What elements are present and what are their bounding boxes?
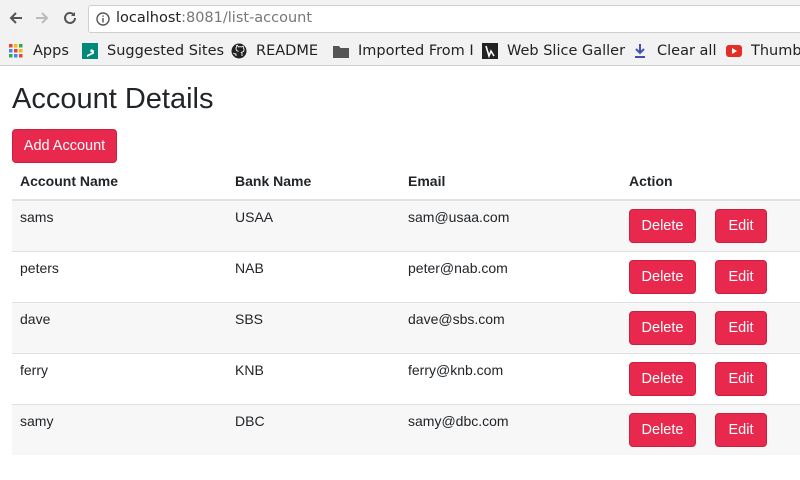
url-host: localhost <box>116 10 182 26</box>
edit-button[interactable]: Edit <box>715 310 767 345</box>
forward-button[interactable] <box>32 8 52 28</box>
bank-name-cell: DBC <box>227 403 400 455</box>
account-name-cell: ferry <box>12 352 227 404</box>
add-account-button[interactable]: Add Account <box>12 129 117 163</box>
bookmark-thumb[interactable]: Thumb <box>726 41 800 61</box>
email-cell: dave@sbs.com <box>400 301 621 353</box>
delete-button[interactable]: Delete <box>629 361 696 396</box>
address-bar[interactable]: localhost:8081/list-account <box>88 5 800 33</box>
folder-icon <box>333 43 349 59</box>
action-cell: Delete Edit <box>621 199 800 251</box>
bookmarks-bar: Apps Suggested Sites README Imported Fro… <box>0 37 800 66</box>
account-name-cell: samy <box>12 403 227 455</box>
table-row: ferry KNB ferry@knb.com Delete Edit <box>12 352 800 404</box>
table-row: peters NAB peter@nab.com Delete Edit <box>12 250 800 302</box>
info-icon <box>96 12 110 26</box>
page-content: Account Details Add Account Account Name… <box>0 66 800 480</box>
reload-button[interactable] <box>60 8 80 28</box>
email-cell: peter@nab.com <box>400 250 621 302</box>
bookmark-clear-all[interactable]: Clear all <box>632 41 716 61</box>
email-cell: ferry@knb.com <box>400 352 621 404</box>
page-title: Account Details <box>12 83 214 115</box>
bookmark-imported[interactable]: Imported From I <box>333 41 474 61</box>
delete-button[interactable]: Delete <box>629 209 696 243</box>
bookmark-readme[interactable]: README <box>231 41 318 61</box>
table-header-row: Account Name Bank Name Email Action <box>12 163 800 201</box>
bank-name-cell: KNB <box>227 352 400 404</box>
action-cell: Delete Edit <box>621 352 800 404</box>
table-row: dave SBS dave@sbs.com Delete Edit <box>12 301 800 353</box>
edit-button[interactable]: Edit <box>715 259 767 294</box>
bank-name-cell: SBS <box>227 301 400 353</box>
bank-name-cell: NAB <box>227 250 400 302</box>
bookmark-web-slice[interactable]: Web Slice Galler <box>482 41 625 61</box>
account-name-cell: dave <box>12 301 227 353</box>
bookmark-label: Web Slice Galler <box>507 43 626 59</box>
header-bank-name: Bank Name <box>227 163 400 201</box>
web-slice-icon <box>482 43 498 59</box>
youtube-icon <box>726 43 742 59</box>
bookmark-label: Imported From I <box>358 43 474 59</box>
forward-arrow-icon <box>36 12 49 24</box>
bank-name-cell: USAA <box>227 199 400 251</box>
delete-button[interactable]: Delete <box>629 310 696 345</box>
bookmark-label: Thumb <box>751 43 800 59</box>
edit-button[interactable]: Edit <box>715 209 767 243</box>
header-email: Email <box>400 163 621 201</box>
url-path: :8081/list-account <box>181 10 313 26</box>
accounts-table: Account Name Bank Name Email Action sams… <box>12 163 800 455</box>
back-arrow-icon <box>9 12 22 24</box>
action-cell: Delete Edit <box>621 250 800 302</box>
account-name-cell: peters <box>12 250 227 302</box>
edit-button[interactable]: Edit <box>715 412 767 447</box>
download-icon <box>632 43 648 59</box>
email-cell: samy@dbc.com <box>400 403 621 455</box>
table-row: sams USAA sam@usaa.com Delete Edit <box>12 199 800 251</box>
action-cell: Delete Edit <box>621 301 800 353</box>
bookmark-label: Apps <box>33 43 69 59</box>
table-row: samy DBC samy@dbc.com Delete Edit <box>12 403 800 455</box>
apps-grid-icon <box>8 43 24 59</box>
bookmark-label: README <box>256 43 318 59</box>
bookmark-label: Clear all <box>657 43 717 59</box>
bing-icon <box>82 43 98 59</box>
bookmark-apps[interactable]: Apps <box>8 41 69 61</box>
edit-button[interactable]: Edit <box>715 361 767 396</box>
url-text: localhost:8081/list-account <box>116 10 312 26</box>
github-icon <box>231 43 247 59</box>
delete-button[interactable]: Delete <box>629 412 696 447</box>
header-action: Action <box>621 163 800 201</box>
email-cell: sam@usaa.com <box>400 199 621 251</box>
bookmark-label: Suggested Sites <box>107 43 225 59</box>
delete-button[interactable]: Delete <box>629 259 696 294</box>
back-button[interactable] <box>6 8 26 28</box>
bookmark-suggested-sites[interactable]: Suggested Sites <box>82 41 224 61</box>
action-cell: Delete Edit <box>621 403 800 455</box>
header-account-name: Account Name <box>12 163 227 201</box>
reload-icon <box>64 11 76 24</box>
account-name-cell: sams <box>12 199 227 251</box>
browser-toolbar: localhost:8081/list-account <box>0 0 800 37</box>
